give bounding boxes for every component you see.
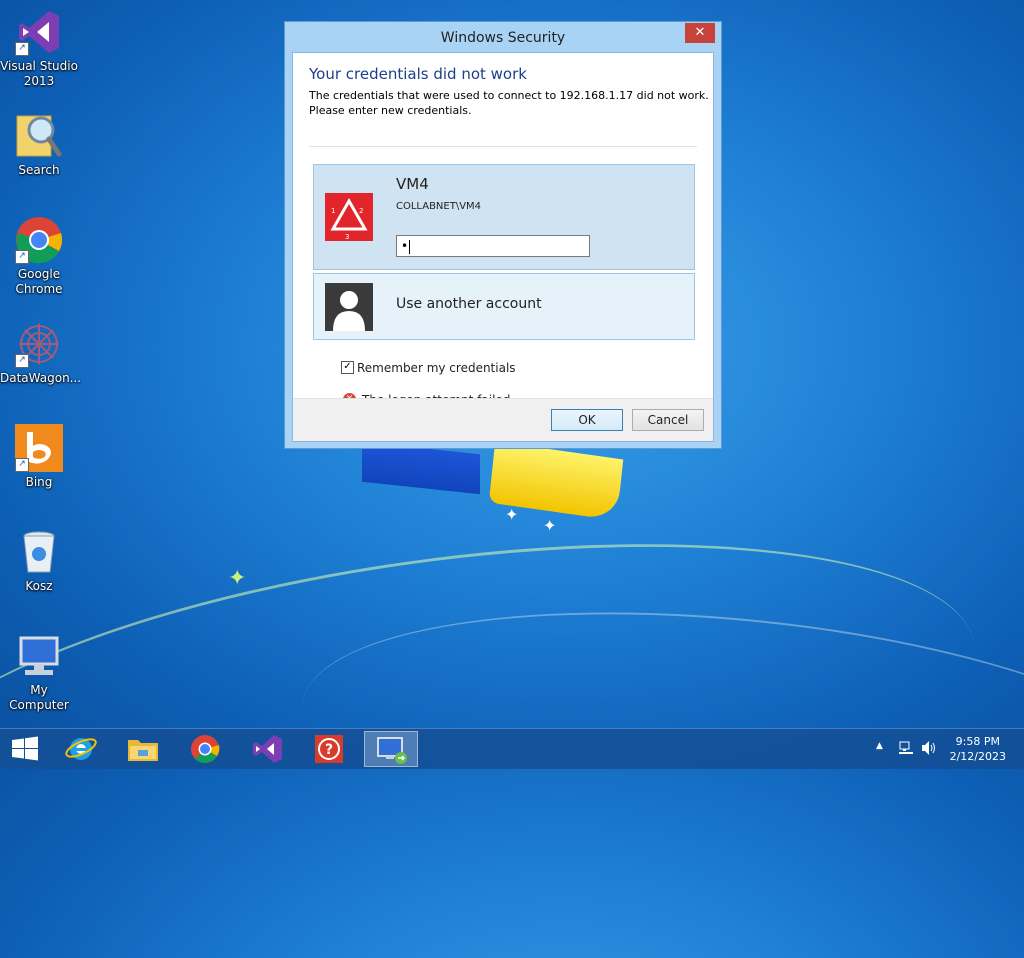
ok-button[interactable]: OK — [551, 409, 623, 431]
sparkle: ✦ — [543, 516, 557, 535]
password-input[interactable]: • — [396, 235, 590, 257]
taskbar-file-explorer[interactable] — [116, 731, 170, 767]
visual-studio-icon — [253, 735, 282, 763]
desktop-icon-label: My Computer — [9, 683, 69, 712]
error-heading: Your credentials did not work — [309, 65, 527, 83]
file-explorer-icon — [128, 740, 158, 761]
triangle-logo-icon: 1 2 3 — [330, 197, 368, 241]
desktop-icon-label: DataWagon... — [0, 371, 82, 385]
clock[interactable]: 9:58 PM 2/12/2023 — [950, 734, 1006, 764]
close-icon: ✕ — [694, 25, 706, 40]
desktop-icon-datawagon[interactable]: ↗ DataWagon... — [0, 320, 82, 386]
chrome-icon — [191, 735, 220, 764]
volume-icon[interactable] — [920, 740, 938, 756]
close-button[interactable]: ✕ — [685, 23, 715, 43]
svg-text:2: 2 — [359, 207, 363, 215]
start-button[interactable] — [0, 731, 54, 767]
datawagon-icon: ↗ — [15, 320, 63, 368]
account-domain-user: COLLABNET\VM4 — [396, 201, 482, 212]
desktop-icon-label: Chrome — [15, 282, 63, 296]
desktop-icon-label: 2013 — [23, 74, 55, 88]
desktop-icon-label: Visual Studio — [0, 59, 78, 73]
internet-explorer-icon — [65, 738, 97, 760]
search-icon — [15, 112, 63, 160]
wallpaper-flag-blue — [362, 441, 480, 495]
shortcut-arrow-icon: ↗ — [15, 354, 29, 368]
clock-date: 2/12/2023 — [949, 750, 1006, 763]
dialog-content: Your credentials did not work The creden… — [292, 52, 714, 442]
svg-text:?: ? — [325, 742, 333, 758]
computer-icon — [15, 632, 63, 680]
taskbar-remote-desktop[interactable] — [364, 731, 418, 767]
taskbar: ? ▲ 9:58 PM 2/12/2023 — [0, 728, 1024, 769]
desktop-icon-my-computer[interactable]: My Computer — [0, 632, 78, 713]
chrome-icon: ↗ — [15, 216, 63, 264]
error-message-line: Please enter new credentials. — [309, 104, 472, 117]
network-icon[interactable] — [898, 740, 914, 756]
error-message-line: The credentials that were used to connec… — [309, 89, 709, 102]
user-silhouette-icon — [325, 283, 373, 331]
account-avatar: 1 2 3 — [325, 193, 373, 241]
account-name: VM4 — [396, 175, 429, 193]
desktop-icon-label: Google — [17, 267, 61, 281]
windows-security-dialog: Windows Security ✕ Your credentials did … — [284, 21, 722, 449]
shortcut-arrow-icon: ↗ — [15, 250, 29, 264]
account-tile-other[interactable]: Use another account — [313, 273, 695, 340]
separator — [309, 146, 697, 147]
error-message: The credentials that were used to connec… — [309, 88, 709, 118]
start-icon — [12, 736, 38, 761]
desktop-icon-visual-studio[interactable]: ↗ Visual Studio 2013 — [0, 8, 78, 89]
desktop-icon-label: Bing — [25, 475, 53, 489]
checkbox-checked-icon: ✓ — [341, 361, 354, 374]
desktop-icon-recycle-bin[interactable]: Kosz — [0, 528, 78, 594]
use-another-account-label: Use another account — [396, 296, 542, 312]
svg-text:1: 1 — [331, 207, 335, 215]
taskbar-chrome[interactable] — [178, 731, 232, 767]
cancel-button[interactable]: Cancel — [632, 409, 704, 431]
text-caret — [409, 239, 411, 254]
desktop-icon-search[interactable]: Search — [0, 112, 78, 178]
desktop-icon-label: Kosz — [25, 579, 53, 593]
bing-icon: ↗ — [15, 424, 63, 472]
shortcut-arrow-icon: ↗ — [15, 458, 29, 472]
shortcut-arrow-icon: ↗ — [15, 42, 29, 56]
clock-time: 9:58 PM — [955, 735, 1000, 748]
taskbar-help[interactable]: ? — [302, 731, 356, 767]
taskbar-visual-studio[interactable] — [240, 731, 294, 767]
remember-credentials-checkbox[interactable]: ✓ Remember my credentials — [341, 361, 516, 375]
account-tile-vm4[interactable]: 1 2 3 VM4 COLLABNET\VM4 • — [313, 164, 695, 270]
button-bar: OK Cancel — [293, 398, 713, 441]
recycle-bin-icon — [15, 528, 63, 576]
taskbar-internet-explorer[interactable] — [54, 731, 108, 767]
svg-text:3: 3 — [345, 233, 349, 241]
sparkle: ✦ — [228, 566, 247, 591]
desktop-icon-google-chrome[interactable]: ↗ Google Chrome — [0, 216, 78, 297]
desktop-icon-bing[interactable]: ↗ Bing — [0, 424, 78, 490]
remember-credentials-label: Remember my credentials — [357, 361, 516, 375]
password-value: • — [401, 239, 409, 253]
dialog-title: Windows Security — [440, 30, 566, 46]
show-hidden-icons-icon[interactable]: ▲ — [876, 741, 883, 751]
remote-desktop-icon — [377, 737, 407, 764]
sparkle: ✦ — [505, 505, 519, 524]
desktop-icon-label: Search — [18, 163, 60, 177]
visual-studio-icon: ↗ — [15, 8, 63, 56]
help-icon: ? — [315, 735, 343, 763]
